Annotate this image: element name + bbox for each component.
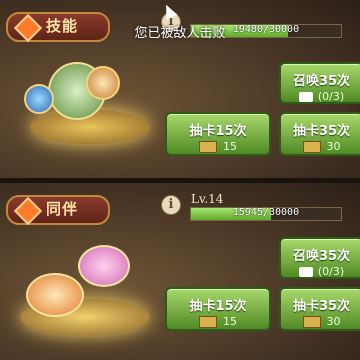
skill-draw35-cost: 30 xyxy=(326,140,341,153)
partner-info-icon[interactable]: i xyxy=(161,195,181,215)
partner-draw35-label: 抽卡35次 xyxy=(292,299,351,314)
ticket-icon xyxy=(199,141,217,153)
ticket-icon xyxy=(302,316,321,328)
partner-summon-label: 召唤35次 xyxy=(292,249,351,264)
partner-summon-button[interactable]: 召唤35次 (0/3) xyxy=(279,237,360,279)
partner-summon-count: (0/3) xyxy=(317,265,345,278)
skill-summon-count: (0/3) xyxy=(317,90,345,103)
video-icon xyxy=(298,92,313,102)
skill-summon-label: 召唤35次 xyxy=(292,74,351,89)
partner-creature-icon-right xyxy=(78,245,130,287)
skill-draw15-cost: 15 xyxy=(223,140,237,153)
partner-exp-text: 15945/30000 xyxy=(232,207,300,218)
partner-draw35-button[interactable]: 抽卡35次 30 xyxy=(279,287,360,331)
ticket-icon xyxy=(199,316,217,328)
partner-draw15-button[interactable]: 抽卡15次 15 xyxy=(165,287,271,331)
skill-orb-icon-left xyxy=(24,84,54,114)
skill-draw35-button[interactable]: 抽卡35次 30 xyxy=(279,112,360,156)
video-icon xyxy=(298,267,313,277)
partner-panel: 同伴 i Lv.14 15945/30000 召唤35次 (0/3) 抽卡15次… xyxy=(0,183,360,360)
partner-title: 同伴 xyxy=(46,200,79,218)
partner-creature-icon-left xyxy=(26,273,84,317)
partner-draw15-cost: 15 xyxy=(223,315,237,328)
defeat-toast: 您已被敌人击败 xyxy=(134,26,226,41)
skill-orb-icon-right xyxy=(86,66,120,100)
ticket-icon xyxy=(302,141,321,153)
skill-draw35-label: 抽卡35次 xyxy=(292,124,351,139)
partner-draw35-cost: 30 xyxy=(326,315,341,328)
skill-summon-button[interactable]: 召唤35次 (0/3) xyxy=(279,62,360,104)
partner-exp-bar: 15945/30000 xyxy=(190,207,342,221)
skill-draw15-button[interactable]: 抽卡15次 15 xyxy=(165,112,271,156)
partner-level-label: Lv.14 xyxy=(191,192,224,206)
skill-draw15-label: 抽卡15次 xyxy=(189,124,247,139)
partner-draw15-label: 抽卡15次 xyxy=(189,299,247,314)
